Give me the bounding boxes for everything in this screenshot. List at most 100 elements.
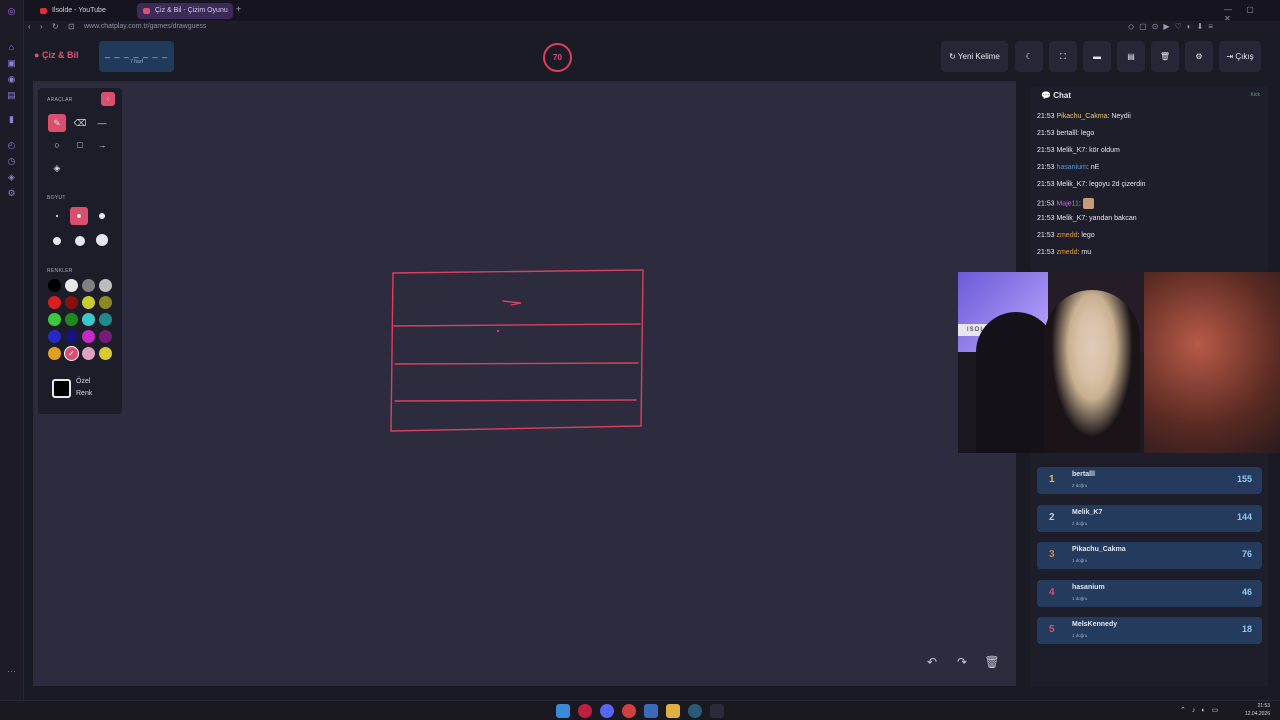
color-swatch[interactable] (65, 279, 78, 292)
more-icon[interactable]: ··· (6, 666, 17, 677)
settings-icon[interactable]: ⚙ (6, 188, 17, 199)
chat-username[interactable]: bertalll (1056, 130, 1077, 137)
opera-icon[interactable] (578, 704, 592, 718)
drawing-canvas[interactable] (33, 81, 1016, 686)
size-6[interactable] (96, 234, 108, 246)
color-swatch[interactable] (82, 279, 95, 292)
chat-username[interactable]: Pikachu_Cakma (1056, 113, 1107, 120)
custom-color-button[interactable] (52, 379, 71, 398)
fullscreen-button[interactable]: ⛶ (1049, 41, 1077, 72)
twitch-icon[interactable]: ▮ (6, 114, 17, 125)
tool-circle[interactable]: ○ (48, 136, 66, 154)
color-swatch[interactable] (82, 313, 95, 326)
new-word-button[interactable]: ↻ Yeni Kelime (941, 41, 1008, 72)
chat-username[interactable]: Melik_K7 (1056, 215, 1085, 222)
color-swatch[interactable] (99, 330, 112, 343)
chat-username[interactable]: Melik_K7 (1056, 181, 1085, 188)
chat-username[interactable]: zmedd (1056, 232, 1077, 239)
home-icon[interactable]: ⌂ (6, 42, 17, 53)
drawing-line-4 (502, 300, 522, 306)
color-swatch[interactable] (48, 296, 61, 309)
chat-icon[interactable]: ▤ (6, 90, 17, 101)
clear-button[interactable]: 🗑 (1151, 41, 1179, 72)
taskbar: ⌃♪◐▭ 21:53 12.04.2026 (0, 700, 1280, 720)
layout-button[interactable]: ▤ (1117, 41, 1145, 72)
color-swatch[interactable] (65, 296, 78, 309)
system-clock[interactable]: 21:53 12.04.2026 (1245, 702, 1270, 718)
toolbar-icons[interactable]: ◇▢⊙▶♡◐⬇≡ (1128, 22, 1218, 31)
app-icon[interactable] (622, 704, 636, 718)
chat-username[interactable]: Maje11 (1056, 200, 1078, 207)
size-5[interactable] (75, 236, 85, 246)
color-swatch[interactable] (82, 296, 95, 309)
trash-icon: 🗑 (984, 655, 1000, 669)
settings-button[interactable]: ⚙ (1185, 41, 1213, 72)
tool-rectangle[interactable]: □ (71, 136, 89, 154)
app-icon[interactable] (710, 704, 724, 718)
url-field[interactable]: www.chatplay.com.tr/games/drawguess (84, 23, 206, 30)
color-swatch[interactable] (99, 347, 112, 360)
app-icon[interactable] (644, 704, 658, 718)
color-swatch[interactable] (82, 347, 95, 360)
theme-toggle-button[interactable]: ☾ (1015, 41, 1043, 72)
tool-eraser[interactable]: ⌫ (71, 114, 89, 132)
chat-username[interactable]: hasanium (1056, 164, 1086, 171)
redo-button[interactable]: ↷ (952, 652, 972, 672)
tool-pencil[interactable]: ✎ (48, 114, 66, 132)
color-swatch[interactable]: ✓ (65, 347, 78, 360)
opera-logo-icon[interactable]: ◎ (6, 6, 17, 17)
webcam-decor (1144, 272, 1280, 453)
keyboard-button[interactable]: ▬ (1083, 41, 1111, 72)
size-1[interactable] (56, 215, 58, 217)
folder-icon[interactable] (666, 704, 680, 718)
color-swatch[interactable] (65, 330, 78, 343)
messenger-icon[interactable]: ◉ (6, 74, 17, 85)
color-swatch[interactable] (99, 296, 112, 309)
forward-icon[interactable]: › (40, 22, 43, 31)
history-icon[interactable]: ◴ (6, 140, 17, 151)
chat-time: 21:53 (1037, 164, 1057, 171)
tray-icons[interactable]: ⌃♪◐▭ (1180, 706, 1224, 714)
tab-ciz-bil[interactable]: Çiz & Bil - Çizim Oyunu (137, 3, 233, 19)
tool-arrow[interactable]: → (93, 136, 111, 154)
chat-username[interactable]: Melik_K7 (1056, 147, 1085, 154)
discord-icon[interactable] (600, 704, 614, 718)
tool-fill[interactable]: ◈ (48, 159, 66, 177)
steam-icon[interactable] (688, 704, 702, 718)
delete-drawing-button[interactable]: 🗑 (982, 652, 1002, 672)
start-icon[interactable] (556, 704, 570, 718)
size-3[interactable] (99, 213, 105, 219)
drawing-dot (496, 329, 500, 333)
chat-message: 21:53 Melik_K7: kör oldum (1037, 147, 1120, 154)
chat-username[interactable]: zmedd (1056, 249, 1077, 256)
extensions-icon[interactable]: ◈ (6, 172, 17, 183)
bag-icon[interactable]: ▣ (6, 58, 17, 69)
tool-line[interactable]: — (93, 114, 111, 132)
color-swatch[interactable] (48, 313, 61, 326)
collapse-panel-button[interactable]: ‹ (101, 92, 115, 106)
player-correct-count: 1 doğru (1072, 595, 1088, 601)
back-icon[interactable]: ‹ (28, 22, 31, 31)
color-swatch[interactable] (48, 347, 61, 360)
player-score: 155 (1236, 474, 1252, 484)
color-swatch[interactable] (82, 330, 95, 343)
color-swatch[interactable] (48, 330, 61, 343)
app-logo[interactable]: ● Çiz & Bil (34, 50, 78, 60)
redo-icon: ↷ (956, 655, 968, 669)
player-rank: 1 (1049, 474, 1055, 485)
chat-message: 21:53 Melik_K7: legoyu 2d çizerdin (1037, 181, 1146, 188)
undo-button[interactable]: ↶ (922, 652, 942, 672)
tab-youtube[interactable]: Ilsolde - YouTube (34, 3, 134, 19)
color-swatch[interactable] (65, 313, 78, 326)
color-swatch[interactable] (48, 279, 61, 292)
drawing-line-3 (394, 399, 637, 402)
new-tab-button[interactable]: + (236, 4, 241, 14)
exit-button[interactable]: ⇥ Çıkış (1219, 41, 1261, 72)
size-4[interactable] (53, 237, 61, 245)
color-swatch[interactable] (99, 313, 112, 326)
color-swatch[interactable] (99, 279, 112, 292)
clock-icon[interactable]: ◷ (6, 156, 17, 167)
player-name: Melik_K7 (1072, 508, 1103, 516)
reload-icon[interactable]: ↻ (52, 22, 59, 31)
leaderboard-row: 1 bertalll 2 doğru 155 (1037, 467, 1262, 494)
